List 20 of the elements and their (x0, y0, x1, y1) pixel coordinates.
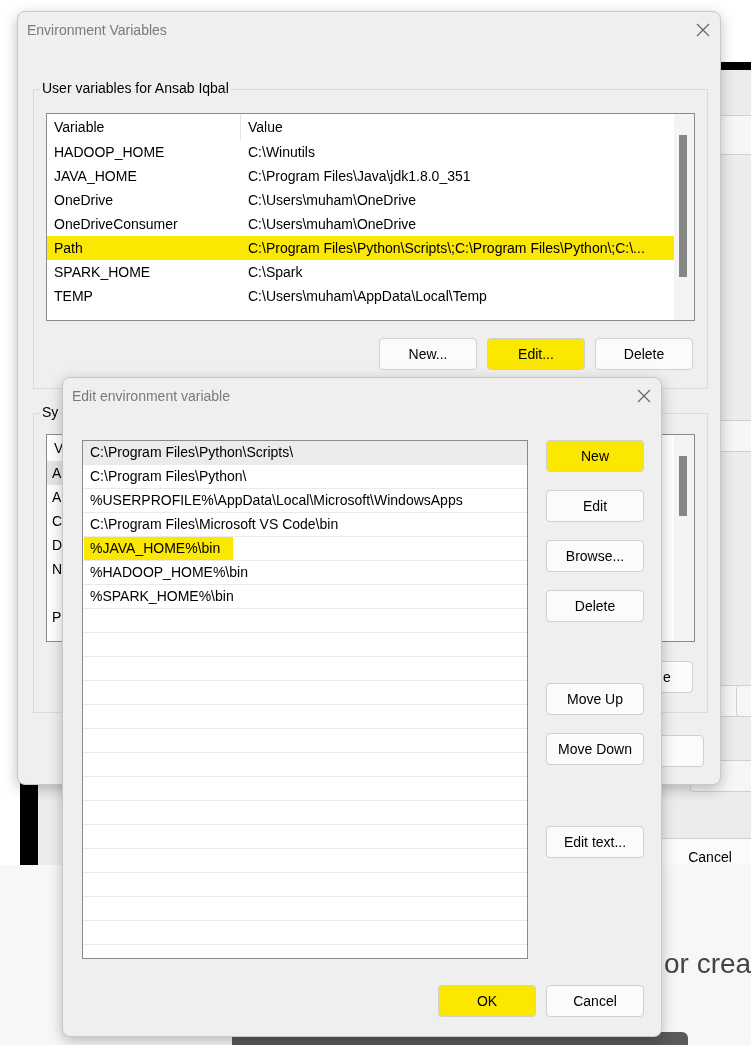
window-title: Edit environment variable (72, 388, 230, 404)
table-cell-text: SPARK_HOME (53, 263, 152, 282)
heading-text: or crea (664, 948, 751, 980)
group-label: Sy (40, 404, 61, 420)
table-cell: Path (47, 236, 241, 260)
table-cell-text: OneDriveConsumer (53, 215, 179, 234)
window-title: Environment Variables (27, 22, 167, 38)
group-label: User variables for Ansab Iqbal (40, 80, 231, 96)
table-cell-text: C:\Users\muham\OneDrive (247, 215, 418, 234)
table-cell-text: C:\Program Files\Java\jdk1.8.0_351 (247, 167, 472, 186)
table-cell-text: HADOOP_HOME (53, 143, 166, 162)
table-cell-text: C:\Users\muham\AppData\Local\Temp (247, 287, 488, 306)
table-cell: C:\Program Files\Python\Scripts\;C:\Program Files\Python\;C:\... (241, 236, 674, 260)
table-cell-text: C:\Winutils (247, 143, 316, 162)
table-cell-text: C:\Users\muham\OneDrive (247, 191, 418, 210)
table-cell-text: C:\Spark (247, 263, 304, 282)
list-item-text: %JAVA_HOME%\bin (84, 537, 234, 560)
table-cell-text: OneDrive (53, 191, 115, 210)
table-cell-text: JAVA_HOME (53, 167, 138, 186)
table-cell-text: TEMP (53, 287, 94, 306)
